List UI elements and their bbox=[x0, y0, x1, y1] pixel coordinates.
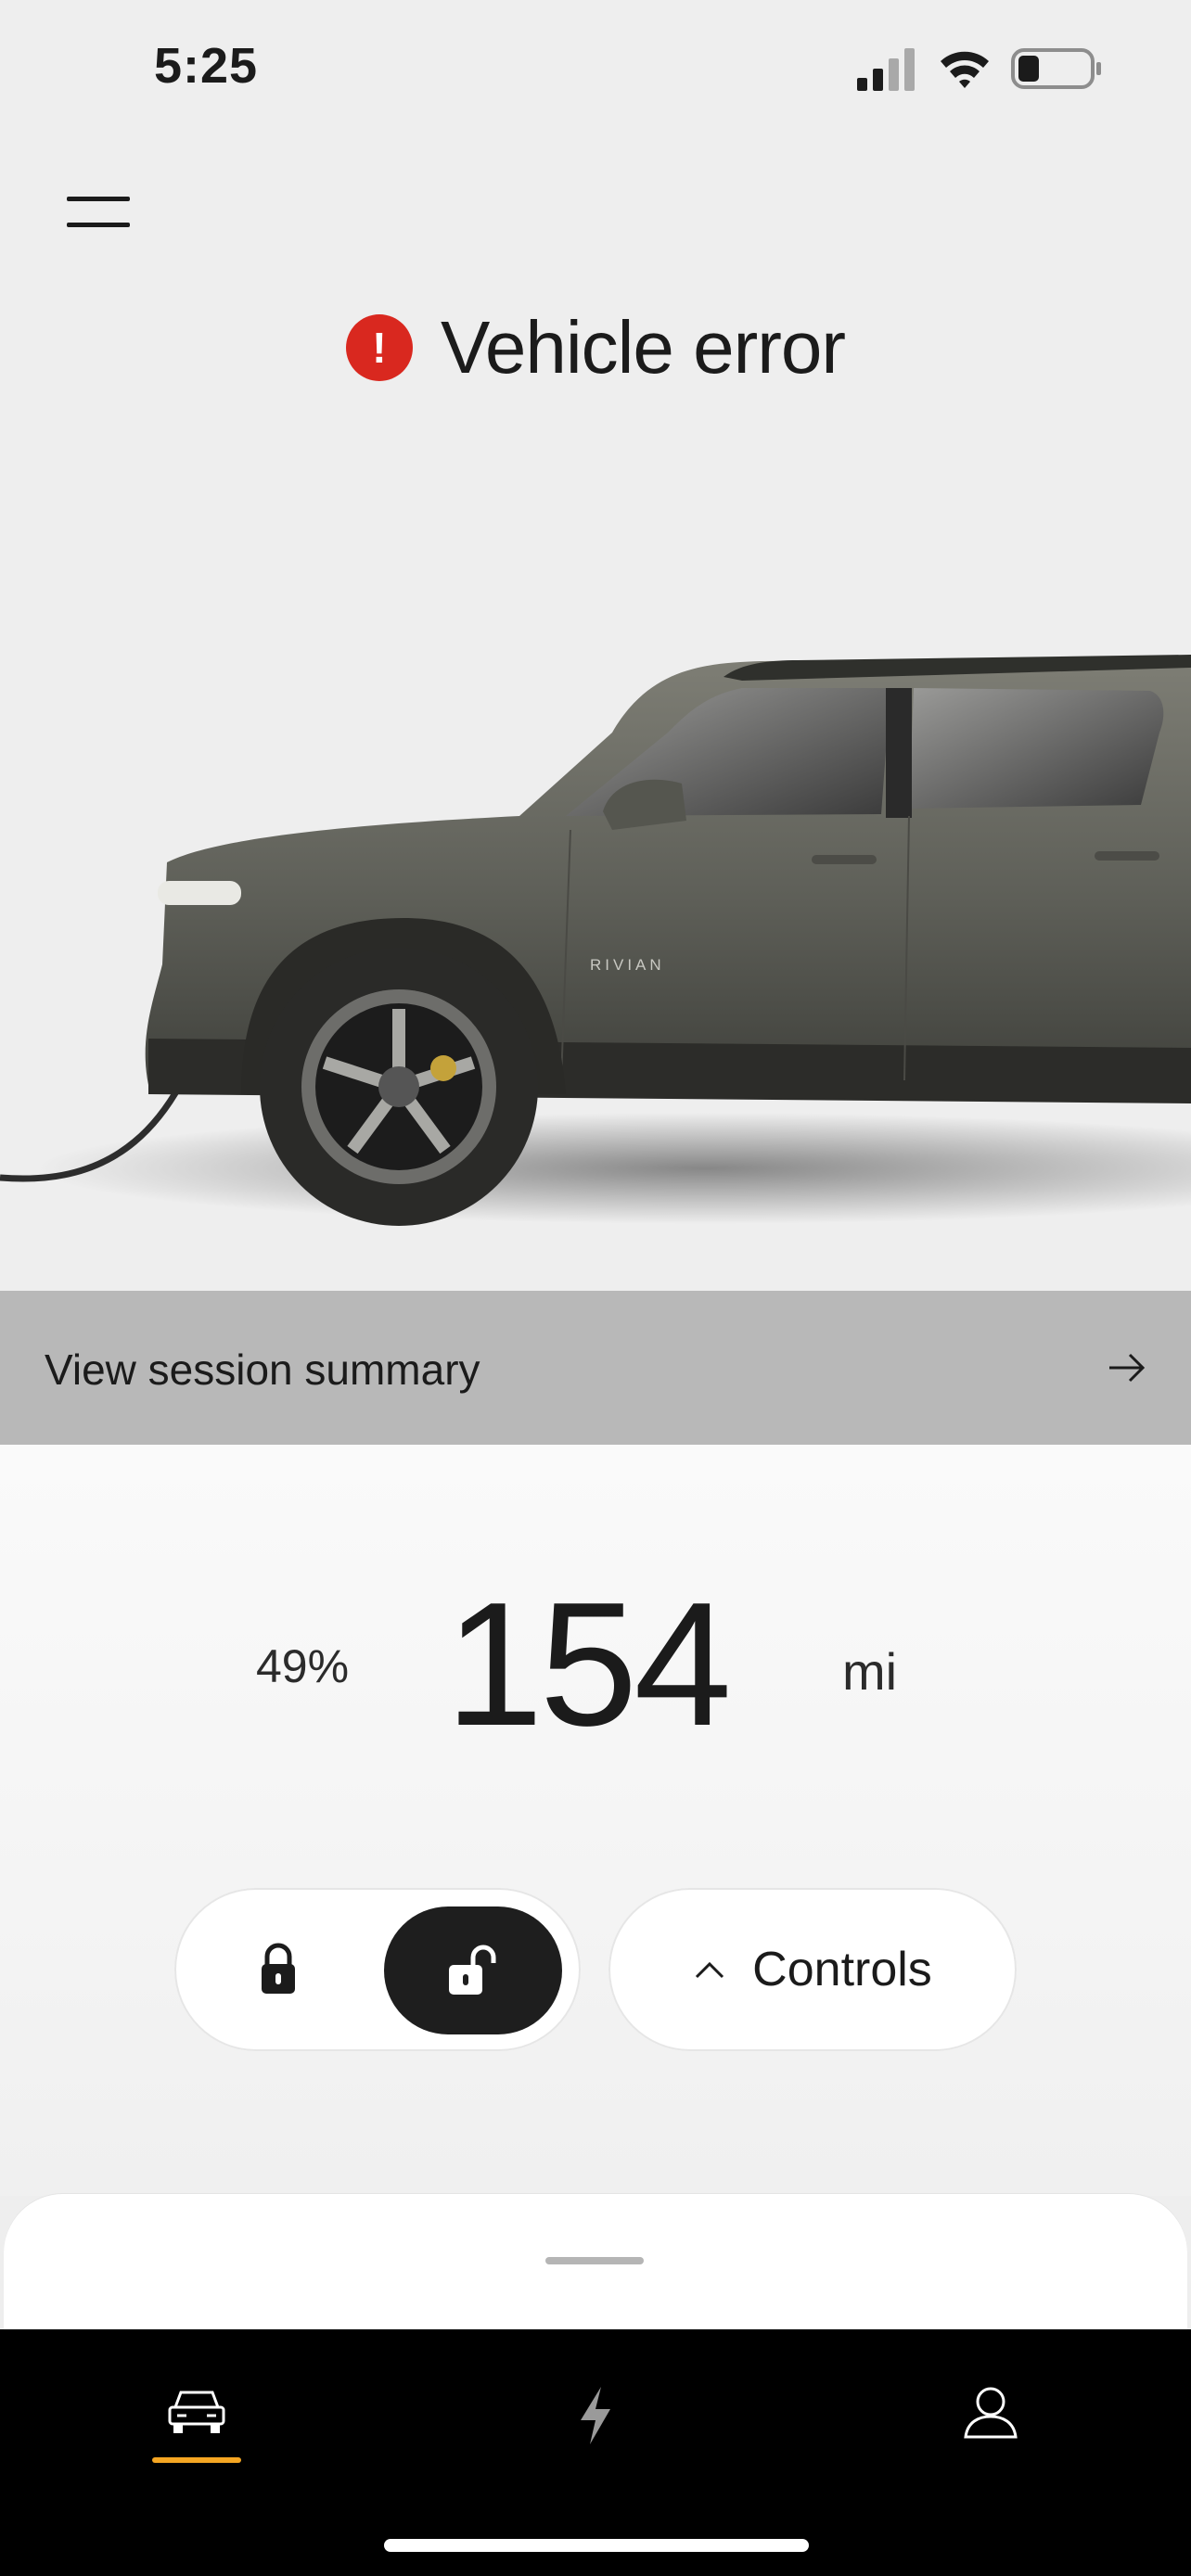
vehicle-status-panel bbox=[0, 1445, 1191, 2196]
rivian-brand-text: RIVIAN bbox=[590, 956, 665, 974]
range-value: 154 bbox=[445, 1566, 732, 1763]
sheet-drag-handle[interactable] bbox=[545, 2257, 644, 2264]
page-header: ! Vehicle error bbox=[0, 297, 1191, 399]
menu-button[interactable] bbox=[67, 193, 132, 230]
lock-button[interactable] bbox=[230, 1921, 327, 2018]
tab-vehicle[interactable] bbox=[141, 2385, 252, 2496]
profile-icon bbox=[964, 2387, 1018, 2439]
status-time: 5:25 bbox=[154, 38, 259, 94]
error-icon: ! bbox=[345, 314, 413, 381]
active-tab-indicator bbox=[152, 2457, 241, 2463]
unlock-icon bbox=[449, 1945, 496, 1995]
controls-button[interactable]: Controls bbox=[608, 1888, 1017, 2051]
menu-line bbox=[67, 197, 130, 201]
lock-toggle bbox=[174, 1888, 581, 2051]
tab-charging[interactable] bbox=[540, 2385, 651, 2496]
view-session-summary-button[interactable]: View session summary bbox=[0, 1291, 1191, 1445]
lock-icon bbox=[262, 1943, 295, 1994]
range-unit: mi bbox=[842, 1642, 898, 1701]
tab-profile[interactable] bbox=[935, 2385, 1046, 2496]
battery-icon bbox=[1011, 48, 1101, 89]
controls-label: Controls bbox=[752, 1943, 932, 1996]
vehicle-image: RIVIAN bbox=[0, 655, 1191, 1226]
cellular-signal-icon bbox=[857, 48, 915, 91]
home-indicator[interactable] bbox=[384, 2539, 809, 2552]
arrow-right-icon bbox=[1109, 1353, 1146, 1383]
bottom-sheet[interactable] bbox=[4, 2194, 1187, 2342]
menu-line bbox=[67, 223, 130, 227]
charging-icon bbox=[581, 2387, 610, 2444]
page-title: Vehicle error bbox=[440, 306, 846, 389]
wifi-icon bbox=[941, 51, 989, 88]
unlock-button[interactable] bbox=[384, 1906, 562, 2034]
vehicle-icon bbox=[168, 2391, 225, 2433]
battery-percent: 49% bbox=[256, 1640, 350, 1692]
session-summary-label: View session summary bbox=[45, 1345, 480, 1394]
chevron-up-icon bbox=[696, 1961, 724, 1979]
